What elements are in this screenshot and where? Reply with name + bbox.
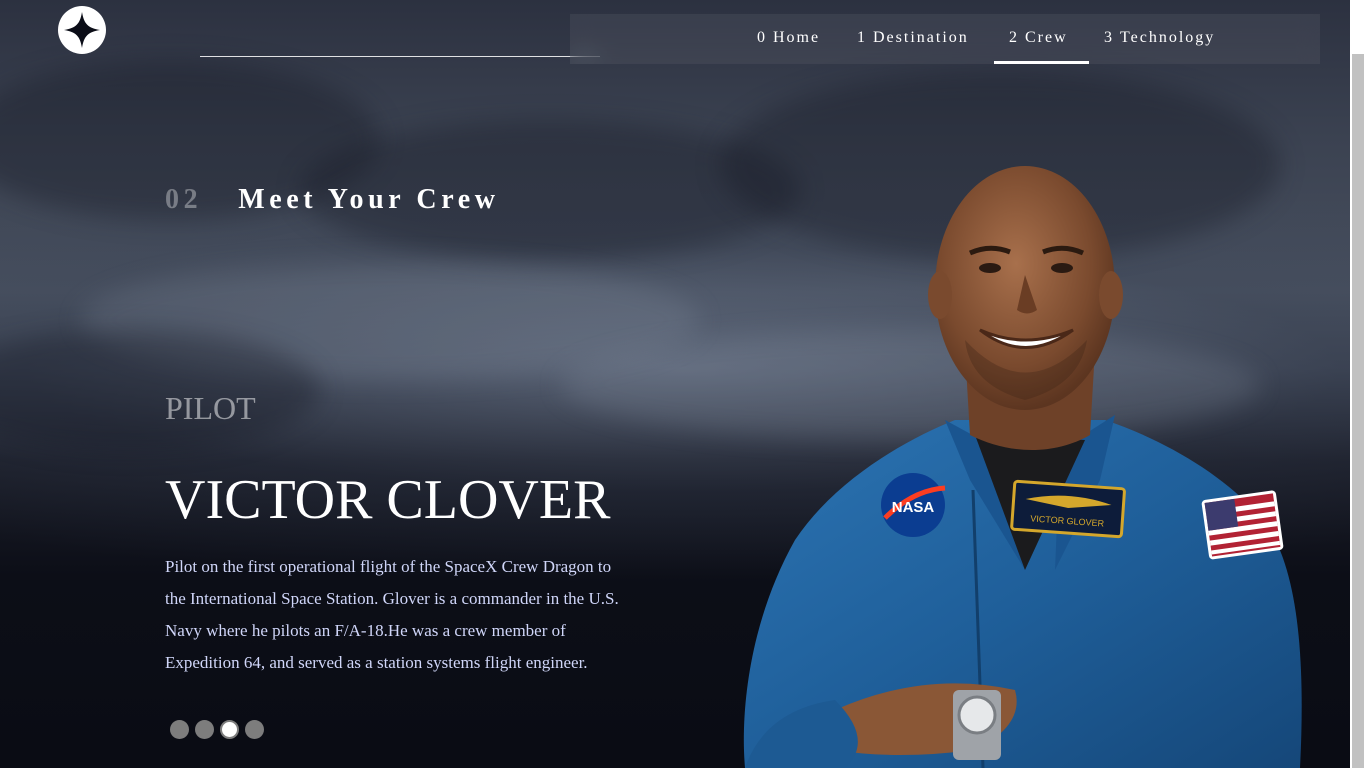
nasa-badge-icon: NASA: [881, 473, 946, 537]
nav-item-number: 3: [1104, 29, 1114, 46]
pagination-dot-active[interactable]: [220, 720, 239, 739]
nav-item-destination[interactable]: 1 Destination: [857, 14, 969, 64]
site-logo[interactable]: [58, 6, 106, 54]
wrist-watch-icon: [953, 690, 1001, 760]
header-divider-line: [200, 56, 600, 57]
nav-item-technology[interactable]: 3 Technology: [1104, 14, 1215, 64]
us-flag-patch-icon: [1201, 490, 1284, 560]
name-tag: VICTOR GLOVER: [1010, 479, 1126, 539]
nav-item-number: 0: [757, 29, 767, 46]
nav-item-home[interactable]: 0 Home: [757, 14, 820, 64]
nav-item-label: Destination: [873, 29, 969, 46]
nav-item-label: Technology: [1120, 29, 1216, 46]
nav-item-label: Crew: [1025, 29, 1068, 46]
four-point-star-icon: [64, 12, 100, 48]
nav-item-label: Home: [773, 29, 821, 46]
crew-bio: Pilot on the first operational flight of…: [165, 557, 619, 672]
crew-member-photo: NASA VICTOR GLOVER: [743, 166, 1302, 768]
main-nav: 0 Home 1 Destination 2 Crew 3 Technology: [570, 14, 1320, 64]
pagination-dot[interactable]: [170, 720, 189, 739]
crew-role: PILOT: [165, 390, 256, 426]
page-title-text: Meet Your Crew: [238, 184, 500, 215]
pagination-dot[interactable]: [195, 720, 214, 739]
crew-pagination: [170, 720, 264, 739]
nav-item-number: 1: [857, 29, 867, 46]
scrollbar-thumb[interactable]: [1352, 54, 1364, 768]
crew-page: 0 Home 1 Destination 2 Crew 3 Technology 02 M…: [0, 0, 1366, 768]
page-scrollbar[interactable]: [1350, 0, 1366, 768]
crew-name: VICTOR CLOVER: [165, 469, 611, 531]
page-title: 02 Meet Your Crew: [165, 184, 500, 216]
nasa-badge-text: NASA: [892, 499, 935, 516]
pagination-dot[interactable]: [245, 720, 264, 739]
page-title-number: 02: [165, 184, 203, 215]
nav-item-number: 2: [1009, 29, 1019, 46]
nav-item-crew[interactable]: 2 Crew: [994, 14, 1089, 64]
